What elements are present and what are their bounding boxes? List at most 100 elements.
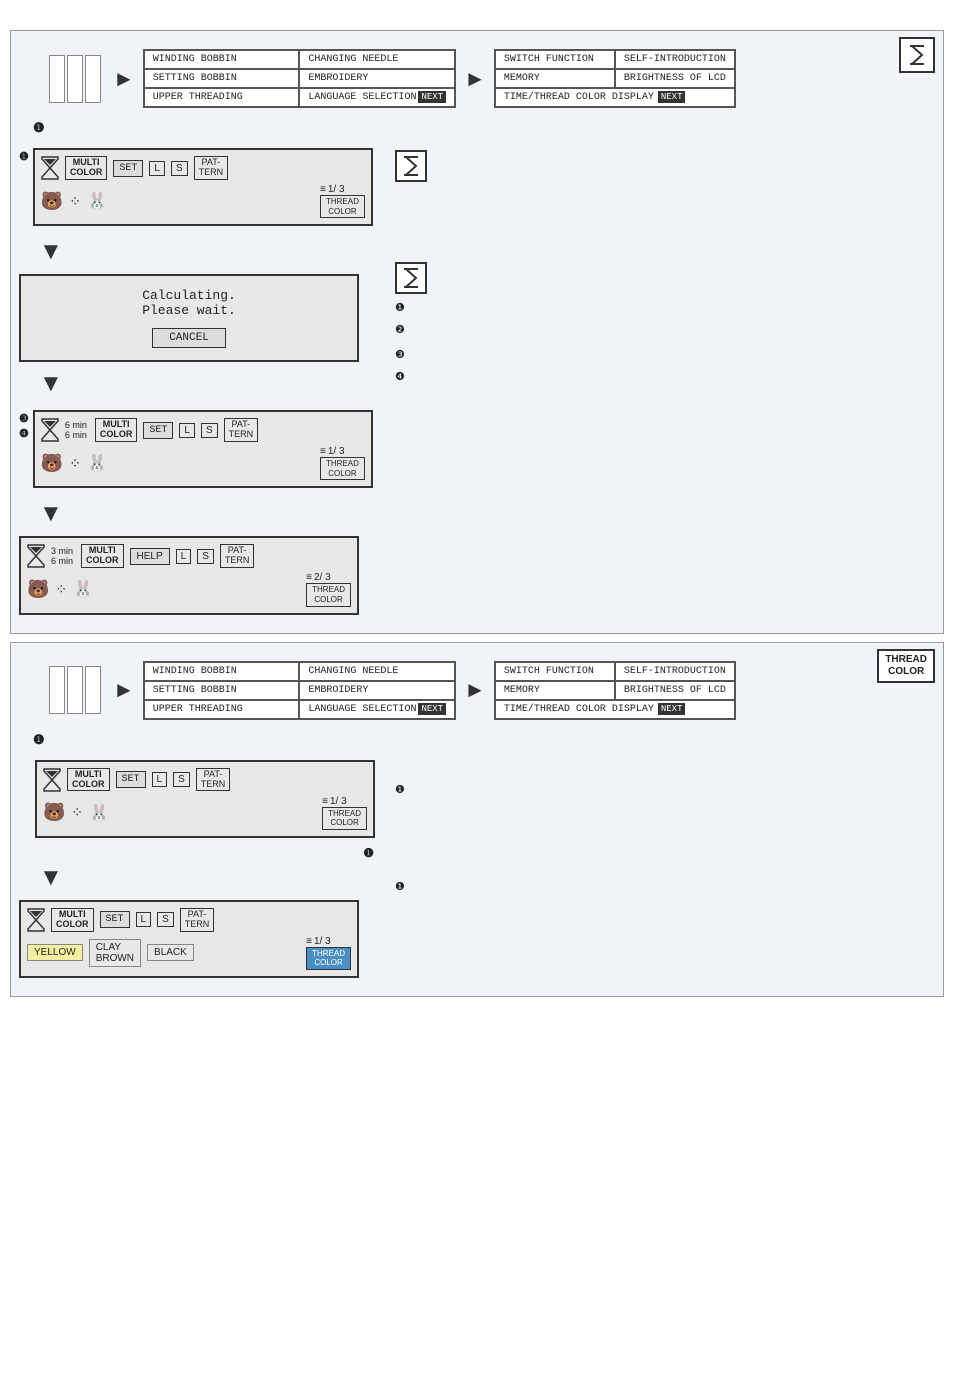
pat-tern-btn-3[interactable]: PAT-TERN: [220, 544, 255, 568]
set-btn-1[interactable]: SET: [113, 160, 143, 177]
nav2-winding-bobbin[interactable]: WINDING BOBBIN: [144, 662, 300, 681]
nav-switch-function[interactable]: SWITCH FUNCTION: [495, 50, 615, 69]
nav-language-selection[interactable]: LANGUAGE SELECTIONNEXT: [299, 88, 455, 107]
nav-flow-section2: ► WINDING BOBBIN CHANGING NEEDLE SETTING…: [49, 661, 935, 720]
note-4: ❹: [395, 369, 405, 387]
counter-s2-1: 1/ 3: [330, 796, 347, 807]
set-btn-s2-2[interactable]: SET: [100, 911, 130, 928]
nav-setting-bobbin[interactable]: SETTING BOBBIN: [144, 69, 300, 88]
time-display-top: 6 min: [65, 420, 87, 430]
page-icon-3: ≡: [306, 572, 312, 583]
right-column-section2: ❶ ❶: [395, 752, 935, 986]
hourglass-corner-icon: [899, 37, 935, 73]
down-arrow-3: ▼: [39, 500, 379, 528]
section-thread-color: THREAD COLOR ► WINDING BOBBIN CHANGING N…: [10, 642, 944, 997]
thread-color-btn-s2-2-active[interactable]: THREADCOLOR: [306, 947, 351, 970]
page-icon-2: ≡: [320, 446, 326, 457]
s2-note-1: ❶: [395, 782, 405, 800]
set-btn-s2-1[interactable]: SET: [116, 771, 146, 788]
rabbit-icon-s2-1: 🐰: [89, 803, 109, 823]
size-s-1[interactable]: S: [171, 161, 188, 176]
size-s-s2-2[interactable]: S: [157, 912, 174, 927]
thread-color-corner: THREAD COLOR: [877, 649, 935, 683]
left-column-section2: MULTICOLOR SET L S PAT-TERN 🐻 ⁘ 🐰 ≡: [19, 752, 379, 986]
hourglass-note-icon-2: [395, 262, 427, 294]
size-l-3[interactable]: L: [176, 549, 192, 564]
time-display-bot-3: 6 min: [51, 556, 73, 566]
nav2-upper-threading[interactable]: UPPER THREADING: [144, 700, 300, 719]
thread-color-btn-3[interactable]: THREADCOLOR: [306, 583, 351, 606]
nav-winding-bobbin[interactable]: WINDING BOBBIN: [144, 50, 300, 69]
lcd-screen-s2-1: MULTICOLOR SET L S PAT-TERN 🐻 ⁘ 🐰 ≡: [35, 760, 375, 838]
size-l-2[interactable]: L: [179, 423, 195, 438]
calc-box: Calculating. Please wait. CANCEL: [19, 274, 359, 362]
thread-color-btn-1[interactable]: THREADCOLOR: [320, 195, 365, 218]
size-l-s2-1[interactable]: L: [152, 772, 168, 787]
nav-menu-1: WINDING BOBBIN CHANGING NEEDLE SETTING B…: [143, 49, 456, 108]
note-1: ❶: [395, 300, 405, 318]
flow-arrow-4: ►: [464, 677, 486, 703]
color-label: COLOR: [888, 666, 924, 677]
calc-line1: Calculating.: [33, 288, 345, 303]
nav2-time-thread[interactable]: TIME/THREAD COLOR DISPLAYNEXT: [495, 700, 735, 719]
counter-3: 2/ 3: [314, 572, 331, 583]
size-l-1[interactable]: L: [149, 161, 165, 176]
thread-label: THREAD: [885, 654, 927, 665]
dot-icon-1: ⁘: [69, 193, 81, 210]
rabbit-icon-3: 🐰: [73, 579, 93, 599]
multi-color-btn-s2-1[interactable]: MULTICOLOR: [67, 768, 110, 792]
multi-color-btn-1[interactable]: MULTICOLOR: [65, 156, 108, 180]
nav-changing-needle[interactable]: CHANGING NEEDLE: [299, 50, 455, 69]
rabbit-icon-2: 🐰: [87, 453, 107, 473]
nav2-self-introduction[interactable]: SELF-INTRODUCTION: [615, 662, 735, 681]
nav-menu-2: SWITCH FUNCTION SELF-INTRODUCTION MEMORY…: [494, 49, 736, 108]
pat-tern-btn-s2-1[interactable]: PAT-TERN: [196, 768, 231, 792]
hourglass-icon-2: [41, 418, 59, 442]
counter-1: 1/ 3: [328, 184, 345, 195]
step1-lcd-label: ❶: [19, 846, 374, 860]
nav2-setting-bobbin[interactable]: SETTING BOBBIN: [144, 681, 300, 700]
multi-color-btn-3[interactable]: MULTICOLOR: [81, 544, 124, 568]
nav-time-thread[interactable]: TIME/THREAD COLOR DISPLAYNEXT: [495, 88, 735, 107]
time-display-top-3: 3 min: [51, 546, 73, 556]
nav-upper-threading[interactable]: UPPER THREADING: [144, 88, 300, 107]
nav2-changing-needle[interactable]: CHANGING NEEDLE: [299, 662, 455, 681]
pat-tern-btn-2[interactable]: PAT-TERN: [224, 418, 259, 442]
step1-label-s2: ❶: [33, 732, 935, 748]
multi-color-btn-2[interactable]: MULTICOLOR: [95, 418, 138, 442]
size-s-3[interactable]: S: [197, 549, 214, 564]
nav-embroidery[interactable]: EMBROIDERY: [299, 69, 455, 88]
nav2-memory[interactable]: MEMORY: [495, 681, 615, 700]
step1-label: ❶: [33, 120, 935, 136]
nav-brightness-lcd[interactable]: BRIGHTNESS OF LCD: [615, 69, 735, 88]
size-s-s2-1[interactable]: S: [173, 772, 190, 787]
bear-icon-2: 🐻: [41, 453, 63, 474]
clay-label: CLAYBROWN: [89, 939, 141, 967]
pat-tern-btn-s2-2[interactable]: PAT-TERN: [180, 908, 215, 932]
nav-flow-top: ► WINDING BOBBIN CHANGING NEEDLE SETTING…: [49, 49, 935, 108]
nav-menu-3: WINDING BOBBIN CHANGING NEEDLE SETTING B…: [143, 661, 456, 720]
nav2-brightness-lcd[interactable]: BRIGHTNESS OF LCD: [615, 681, 735, 700]
size-s-2[interactable]: S: [201, 423, 218, 438]
pat-tern-btn-1[interactable]: PAT-TERN: [194, 156, 229, 180]
set-btn-2[interactable]: SET: [143, 422, 173, 439]
bear-icon-3: 🐻: [27, 579, 49, 600]
nav2-switch-function[interactable]: SWITCH FUNCTION: [495, 662, 615, 681]
nav-memory[interactable]: MEMORY: [495, 69, 615, 88]
nav2-embroidery[interactable]: EMBROIDERY: [299, 681, 455, 700]
flow-arrow-2: ►: [464, 66, 486, 92]
cancel-button[interactable]: CANCEL: [152, 328, 226, 348]
help-button[interactable]: HELP: [130, 548, 170, 565]
nav2-language-selection[interactable]: LANGUAGE SELECTIONNEXT: [299, 700, 455, 719]
size-l-s2-2[interactable]: L: [136, 912, 152, 927]
multi-color-btn-s2-2[interactable]: MULTICOLOR: [51, 908, 94, 932]
lcd-screen-3: 3 min 6 min MULTICOLOR HELP L S PAT-TERN…: [19, 536, 359, 614]
hourglass-icon-1: [41, 156, 59, 180]
lcd-screen-s2-2: MULTICOLOR SET L S PAT-TERN YELLOW CLAYB…: [19, 900, 359, 978]
thread-color-btn-2[interactable]: THREADCOLOR: [320, 457, 365, 480]
thread-color-btn-s2-1[interactable]: THREADCOLOR: [322, 807, 367, 830]
black-label: BLACK: [147, 944, 194, 961]
nav-self-introduction[interactable]: SELF-INTRODUCTION: [615, 50, 735, 69]
page-icon-1: ≡: [320, 184, 326, 195]
nav-menu-4: SWITCH FUNCTION SELF-INTRODUCTION MEMORY…: [494, 661, 736, 720]
